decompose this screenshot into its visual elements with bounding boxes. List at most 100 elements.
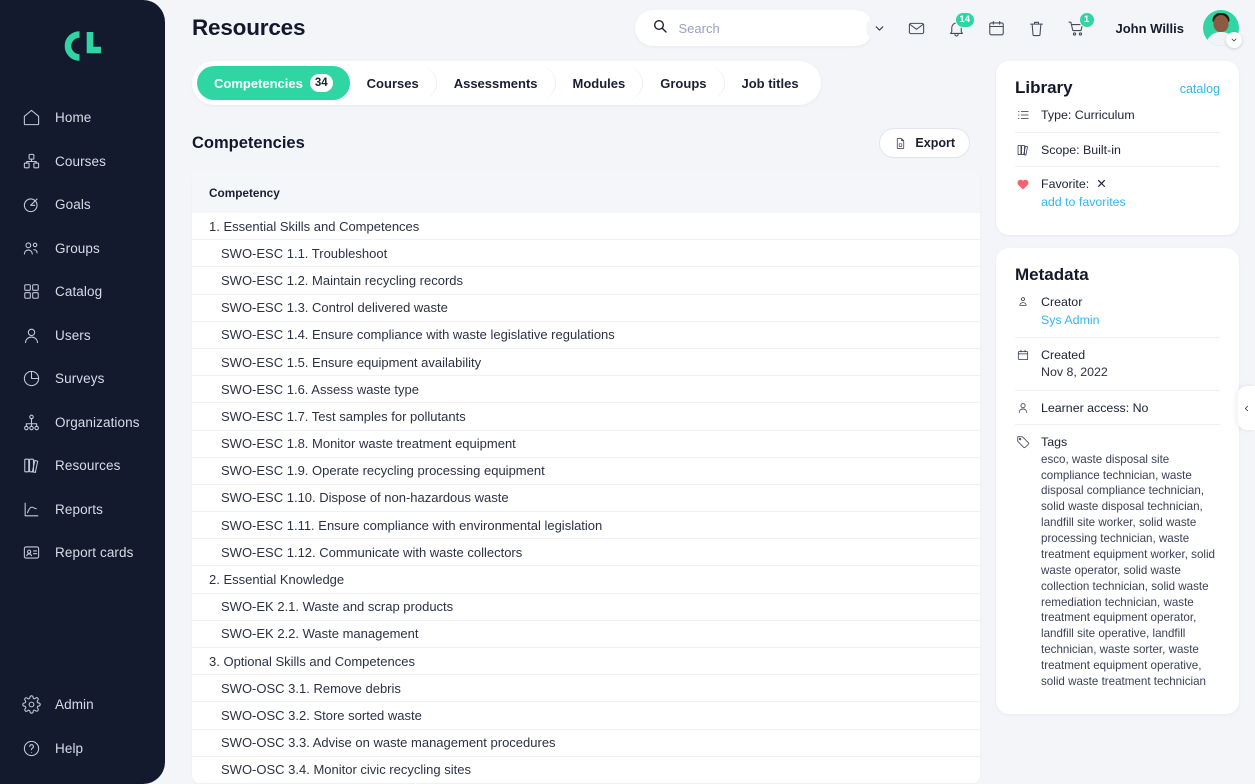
table-row[interactable]: SWO-ESC 1.6. Assess waste type bbox=[192, 376, 980, 404]
competency-label: SWO-EK 2.2. Waste management bbox=[221, 626, 419, 642]
sidebar-item-reports[interactable]: Reports bbox=[0, 488, 165, 532]
tab-groups[interactable]: Groups bbox=[643, 66, 725, 100]
search-dropdown-button[interactable] bbox=[865, 14, 893, 42]
favorite-value: ✕ bbox=[1096, 177, 1107, 192]
tab-courses[interactable]: Courses bbox=[350, 66, 437, 100]
competency-label: SWO-ESC 1.7. Test samples for pollutants bbox=[221, 408, 466, 424]
table-row[interactable]: SWO-ESC 1.11. Ensure compliance with env… bbox=[192, 512, 980, 540]
sidebar-item-report-cards[interactable]: Report cards bbox=[0, 531, 165, 575]
user-icon bbox=[1015, 400, 1030, 415]
sidebar-item-label: Reports bbox=[55, 501, 103, 517]
table-row[interactable]: SWO-ESC 1.2. Maintain recycling records bbox=[192, 267, 980, 295]
competency-label: SWO-ESC 1.2. Maintain recycling records bbox=[221, 272, 464, 288]
competency-label: SWO-ESC 1.9. Operate recycling processin… bbox=[221, 463, 545, 479]
metadata-creator-body: Creator Sys Admin bbox=[1041, 294, 1220, 329]
table-row[interactable]: 1. Essential Skills and Competences bbox=[192, 213, 980, 241]
help-icon bbox=[22, 739, 41, 758]
table-row[interactable]: SWO-EK 2.2. Waste management bbox=[192, 621, 980, 648]
collapse-rail-handle[interactable] bbox=[1238, 386, 1255, 430]
sidebar-item-users[interactable]: Users bbox=[0, 314, 165, 358]
table-row[interactable]: SWO-ESC 1.4. Ensure compliance with wast… bbox=[192, 322, 980, 349]
competency-table: Competency 1. Essential Skills and Compe… bbox=[192, 172, 980, 784]
trash-icon[interactable] bbox=[1021, 13, 1052, 44]
competency-label: SWO-ESC 1.4. Ensure compliance with wast… bbox=[221, 327, 615, 343]
sidebar-item-surveys[interactable]: Surveys bbox=[0, 357, 165, 401]
goals-icon bbox=[22, 195, 41, 214]
table-row[interactable]: SWO-OSC 3.3. Advise on waste management … bbox=[192, 730, 980, 757]
sidebar-item-label: Groups bbox=[55, 240, 100, 256]
table-row[interactable]: SWO-OSC 3.4. Monitor civic recycling sit… bbox=[192, 757, 980, 784]
table-row[interactable]: SWO-ESC 1.10. Dispose of non-hazardous w… bbox=[192, 485, 980, 513]
table-row[interactable]: SWO-ESC 1.3. Control delivered waste bbox=[192, 295, 980, 322]
metadata-created-body: Created Nov 8, 2022 bbox=[1041, 347, 1220, 382]
bell-icon[interactable]: 14 bbox=[941, 11, 975, 44]
section-title: Competencies bbox=[192, 133, 305, 152]
sidebar-item-label: Help bbox=[55, 740, 84, 756]
table-row[interactable]: SWO-ESC 1.12. Communicate with waste col… bbox=[192, 539, 980, 567]
cart-badge: 1 bbox=[1078, 11, 1095, 28]
tab-assessments[interactable]: Assessments bbox=[437, 66, 556, 100]
sidebar-item-resources[interactable]: Resources bbox=[0, 444, 165, 488]
table-row[interactable]: SWO-ESC 1.8. Monitor waste treatment equ… bbox=[192, 431, 980, 458]
library-scope-text: Scope: Built-in bbox=[1041, 142, 1121, 157]
catalog-link[interactable]: catalog bbox=[1180, 82, 1220, 96]
add-to-favorites-link[interactable]: add to favorites bbox=[1041, 194, 1220, 211]
sidebar-item-groups[interactable]: Groups bbox=[0, 227, 165, 271]
table-row[interactable]: SWO-ESC 1.9. Operate recycling processin… bbox=[192, 458, 980, 485]
library-type-row: Type: Curriculum bbox=[1015, 98, 1220, 133]
main-area: Resources 14 bbox=[165, 0, 1255, 784]
sidebar: Home Courses Goals Groups Catalog Users bbox=[0, 0, 165, 784]
table-row[interactable]: 2. Essential Knowledge bbox=[192, 566, 980, 594]
table-row[interactable]: SWO-OSC 3.2. Store sorted waste bbox=[192, 702, 980, 730]
learner-access-text: Learner access: No bbox=[1041, 400, 1149, 415]
page-title: Resources bbox=[192, 15, 306, 40]
created-value: Nov 8, 2022 bbox=[1041, 365, 1108, 380]
avatar-dropdown-button[interactable] bbox=[1226, 32, 1242, 48]
table-row[interactable]: SWO-ESC 1.1. Troubleshoot bbox=[192, 240, 980, 268]
metadata-created-row: Created Nov 8, 2022 bbox=[1015, 338, 1220, 391]
table-row[interactable]: SWO-ESC 1.5. Ensure equipment availabili… bbox=[192, 349, 980, 377]
library-type-text: Type: Curriculum bbox=[1041, 108, 1135, 122]
creator-value[interactable]: Sys Admin bbox=[1041, 312, 1220, 329]
competency-label: SWO-ESC 1.12. Communicate with waste col… bbox=[221, 544, 523, 560]
sidebar-item-catalog[interactable]: Catalog bbox=[0, 270, 165, 314]
chevron-left-icon bbox=[1245, 405, 1248, 411]
tab-modules[interactable]: Modules bbox=[556, 66, 644, 100]
sidebar-item-label: Users bbox=[55, 327, 91, 343]
sidebar-item-home[interactable]: Home bbox=[0, 96, 165, 140]
competency-label: SWO-OSC 3.4. Monitor civic recycling sit… bbox=[221, 762, 471, 778]
table-row[interactable]: 3. Optional Skills and Competences bbox=[192, 648, 980, 676]
sidebar-item-label: Courses bbox=[55, 153, 106, 169]
cl-logo-icon bbox=[64, 31, 101, 61]
tab-label: Assessments bbox=[453, 75, 538, 91]
library-type-body: Type: Curriculum bbox=[1041, 107, 1220, 124]
tab-competencies[interactable]: Competencies 34 bbox=[197, 66, 350, 100]
calendar-icon[interactable] bbox=[981, 13, 1012, 44]
library-title: Library bbox=[1015, 78, 1073, 97]
logo[interactable] bbox=[0, 0, 165, 92]
table-row[interactable]: SWO-EK 2.1. Waste and scrap products bbox=[192, 594, 980, 621]
home-icon bbox=[22, 108, 41, 127]
gear-icon bbox=[22, 695, 41, 714]
books-icon bbox=[1015, 142, 1030, 157]
sidebar-item-admin[interactable]: Admin bbox=[0, 683, 165, 727]
export-button[interactable]: Export bbox=[879, 128, 970, 158]
library-favorite-body: Favorite: ✕ add to favorites bbox=[1041, 176, 1220, 211]
cart-icon[interactable]: 1 bbox=[1061, 11, 1095, 44]
mail-icon[interactable] bbox=[901, 13, 932, 44]
sidebar-item-courses[interactable]: Courses bbox=[0, 140, 165, 184]
search-input[interactable] bbox=[678, 20, 855, 36]
sidebar-item-goals[interactable]: Goals bbox=[0, 183, 165, 227]
sidebar-item-label: Home bbox=[55, 110, 92, 126]
sidebar-item-label: Surveys bbox=[55, 371, 105, 387]
sidebar-item-help[interactable]: Help bbox=[0, 727, 165, 771]
table-row[interactable]: SWO-OSC 3.1. Remove debris bbox=[192, 675, 980, 703]
table-row[interactable]: SWO-ESC 1.7. Test samples for pollutants bbox=[192, 403, 980, 431]
tab-job-titles[interactable]: Job titles bbox=[725, 66, 816, 100]
avatar[interactable] bbox=[1203, 10, 1242, 48]
search-bar[interactable] bbox=[634, 10, 893, 46]
header-icon-group: 14 1 bbox=[901, 11, 1095, 44]
bell-badge: 14 bbox=[954, 11, 975, 28]
sidebar-item-organizations[interactable]: Organizations bbox=[0, 401, 165, 445]
sidebar-item-label: Admin bbox=[55, 697, 94, 713]
